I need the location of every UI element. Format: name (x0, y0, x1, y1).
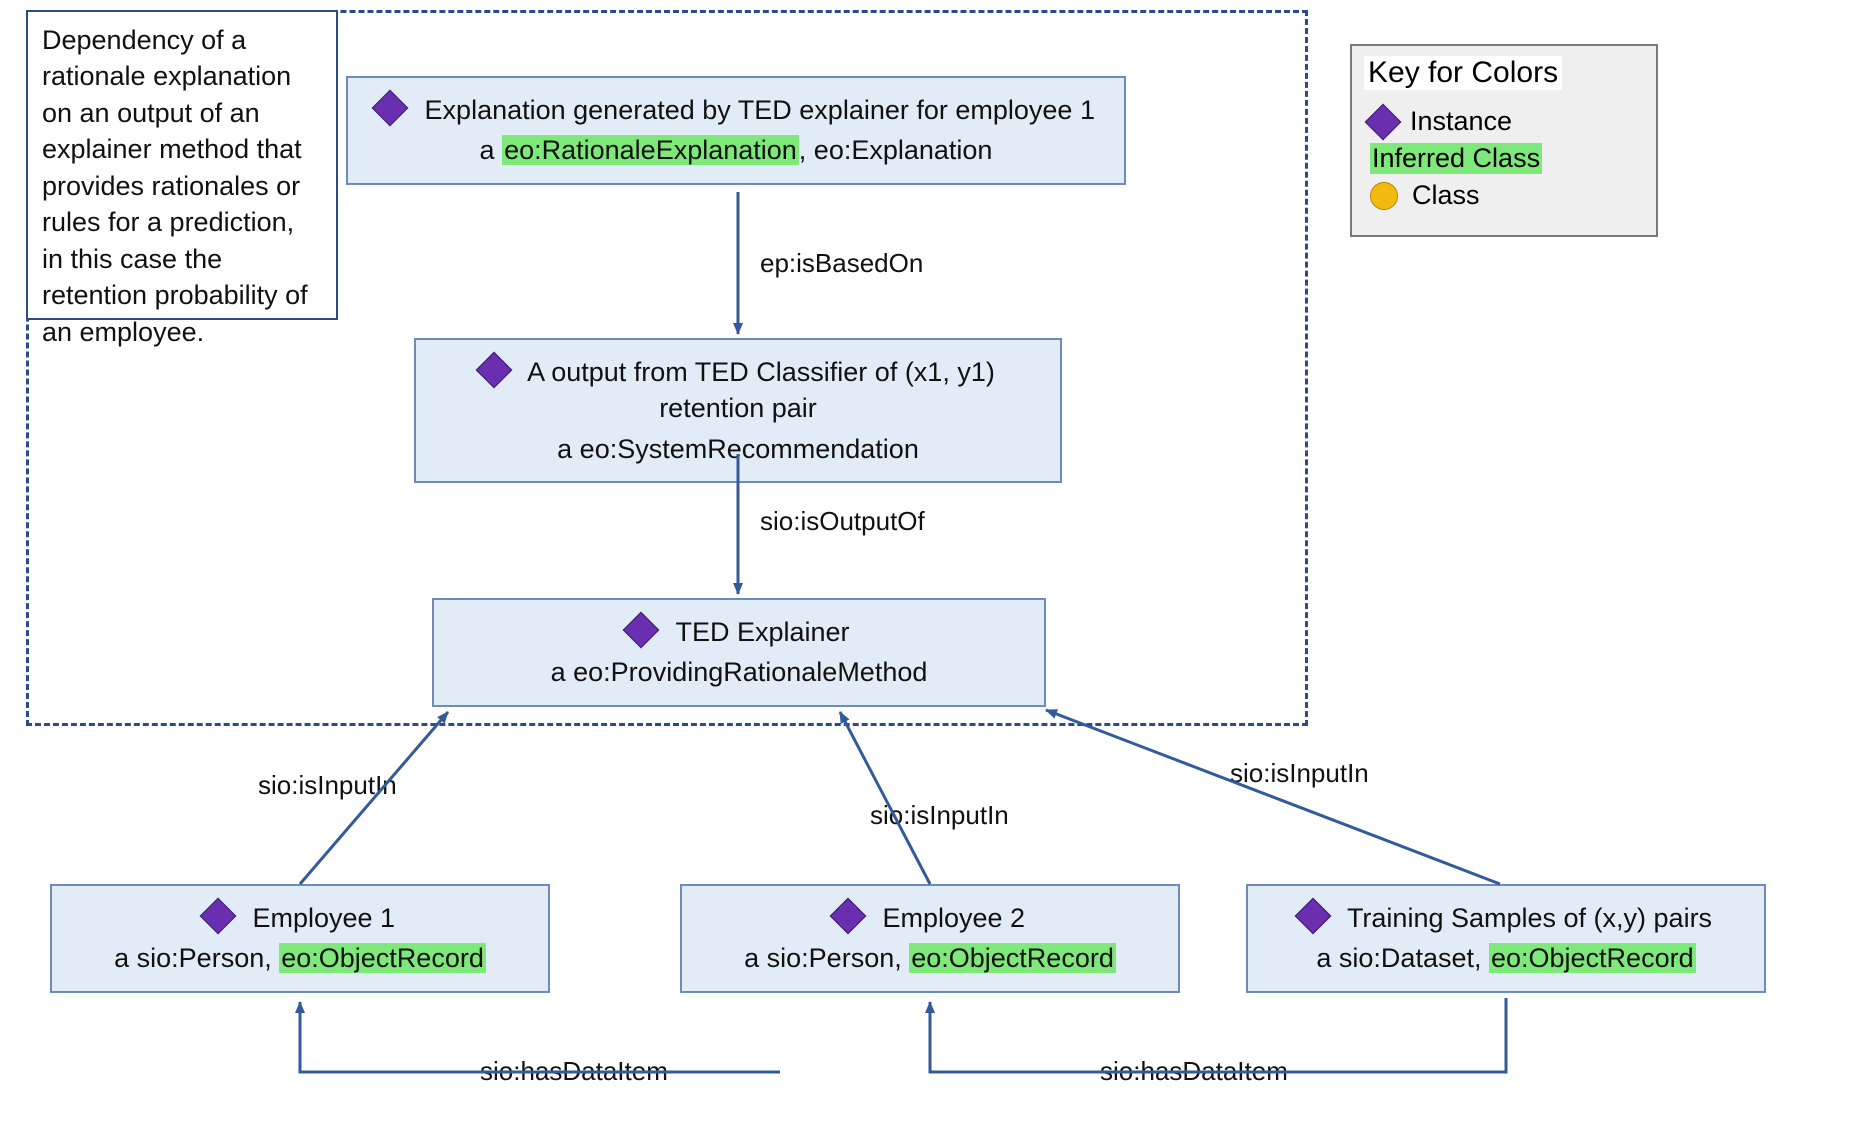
node-explainer: TED Explainer a eo:ProvidingRationaleMet… (432, 598, 1046, 707)
diamond-icon (200, 898, 237, 935)
node-explanation-type: a eo:RationaleExplanation, eo:Explanatio… (368, 132, 1104, 168)
node-output-type: a eo:SystemRecommendation (436, 431, 1040, 467)
type-inferred: eo:ObjectRecord (279, 943, 486, 973)
edge-label-isinputin-3: sio:isInputIn (1230, 758, 1369, 789)
legend-row-class: Class (1370, 180, 1638, 211)
edge-label-isinputin-1: sio:isInputIn (258, 770, 397, 801)
edge-label-isoutputof: sio:isOutputOf (760, 506, 925, 537)
node-explainer-type: a eo:ProvidingRationaleMethod (454, 654, 1024, 690)
legend-row-inferred: Inferred Class (1370, 143, 1638, 174)
legend-box: Key for Colors Instance Inferred Class C… (1350, 44, 1658, 237)
description-box: Dependency of a rationale explanation on… (26, 10, 338, 320)
edge-label-isinputin-2: sio:isInputIn (870, 800, 1009, 831)
diamond-icon (830, 898, 867, 935)
diamond-icon (1365, 103, 1402, 140)
legend-label-class: Class (1412, 180, 1480, 211)
edge-label-hasdataitem-1: sio:hasDataItem (480, 1056, 668, 1087)
legend-title: Key for Colors (1364, 56, 1562, 90)
type-prefix: a sio:Dataset, (1316, 943, 1489, 973)
node-training-samples: Training Samples of (x,y) pairs a sio:Da… (1246, 884, 1766, 993)
node-output-title: A output from TED Classifier of (x1, y1)… (527, 357, 995, 423)
description-text: Dependency of a rationale explanation on… (42, 25, 308, 347)
node-training-type: a sio:Dataset, eo:ObjectRecord (1268, 940, 1744, 976)
node-training-title: Training Samples of (x,y) pairs (1347, 903, 1712, 933)
edge-label-hasdataitem-2: sio:hasDataItem (1100, 1056, 1288, 1087)
arrow-isinputin-3 (1046, 710, 1500, 884)
diamond-icon (623, 612, 660, 649)
type-inferred: eo:ObjectRecord (1489, 943, 1696, 973)
type-prefix: a sio:Person, (744, 943, 909, 973)
node-explanation: Explanation generated by TED explainer f… (346, 76, 1126, 185)
node-emp1-type: a sio:Person, eo:ObjectRecord (72, 940, 528, 976)
node-output: A output from TED Classifier of (x1, y1)… (414, 338, 1062, 483)
type-inferred: eo:RationaleExplanation (502, 135, 799, 165)
node-employee-1: Employee 1 a sio:Person, eo:ObjectRecord (50, 884, 550, 993)
diamond-icon (1295, 898, 1332, 935)
type-inferred: eo:ObjectRecord (909, 943, 1116, 973)
node-employee-2: Employee 2 a sio:Person, eo:ObjectRecord (680, 884, 1180, 993)
node-explainer-title: TED Explainer (675, 617, 849, 647)
circle-icon (1370, 182, 1398, 210)
diamond-icon (476, 352, 513, 389)
edge-label-isbasedon: ep:isBasedOn (760, 248, 923, 279)
type-prefix: a sio:Person, (114, 943, 279, 973)
node-explanation-title: Explanation generated by TED explainer f… (425, 95, 1095, 125)
legend-label-instance: Instance (1410, 106, 1512, 137)
arrow-isinputin-2 (840, 712, 930, 884)
legend-row-instance: Instance (1370, 106, 1638, 137)
node-emp1-title: Employee 1 (252, 903, 395, 933)
type-rest: , eo:Explanation (799, 135, 993, 165)
node-emp2-title: Employee 2 (882, 903, 1025, 933)
type-prefix: a (480, 135, 503, 165)
legend-label-inferred: Inferred Class (1370, 143, 1542, 174)
diamond-icon (372, 90, 409, 127)
node-emp2-type: a sio:Person, eo:ObjectRecord (702, 940, 1158, 976)
